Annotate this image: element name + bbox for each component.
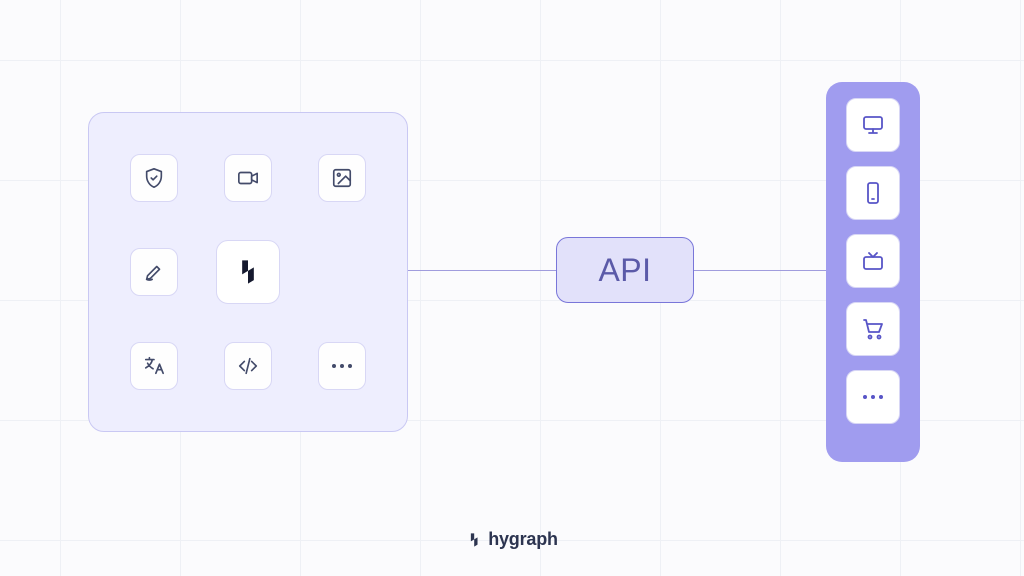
hygraph-mark-icon [466,532,482,548]
sources-panel [88,112,408,432]
brand-name: hygraph [488,529,558,550]
more-outputs-icon [846,370,900,424]
connector-sources-api [408,270,556,271]
smartphone-icon [846,166,900,220]
api-node: API [556,237,694,303]
api-label: API [598,252,651,289]
monitor-icon [846,98,900,152]
video-icon [224,154,272,202]
outputs-panel [826,82,920,462]
shield-icon [130,154,178,202]
hygraph-logo-icon [216,240,280,304]
code-icon [224,342,272,390]
brand-logo: hygraph [466,529,558,550]
more-icon [318,342,366,390]
cart-icon [846,302,900,356]
edit-icon [130,248,178,296]
translate-icon [130,342,178,390]
image-icon [318,154,366,202]
connector-api-outputs [694,270,826,271]
tv-icon [846,234,900,288]
